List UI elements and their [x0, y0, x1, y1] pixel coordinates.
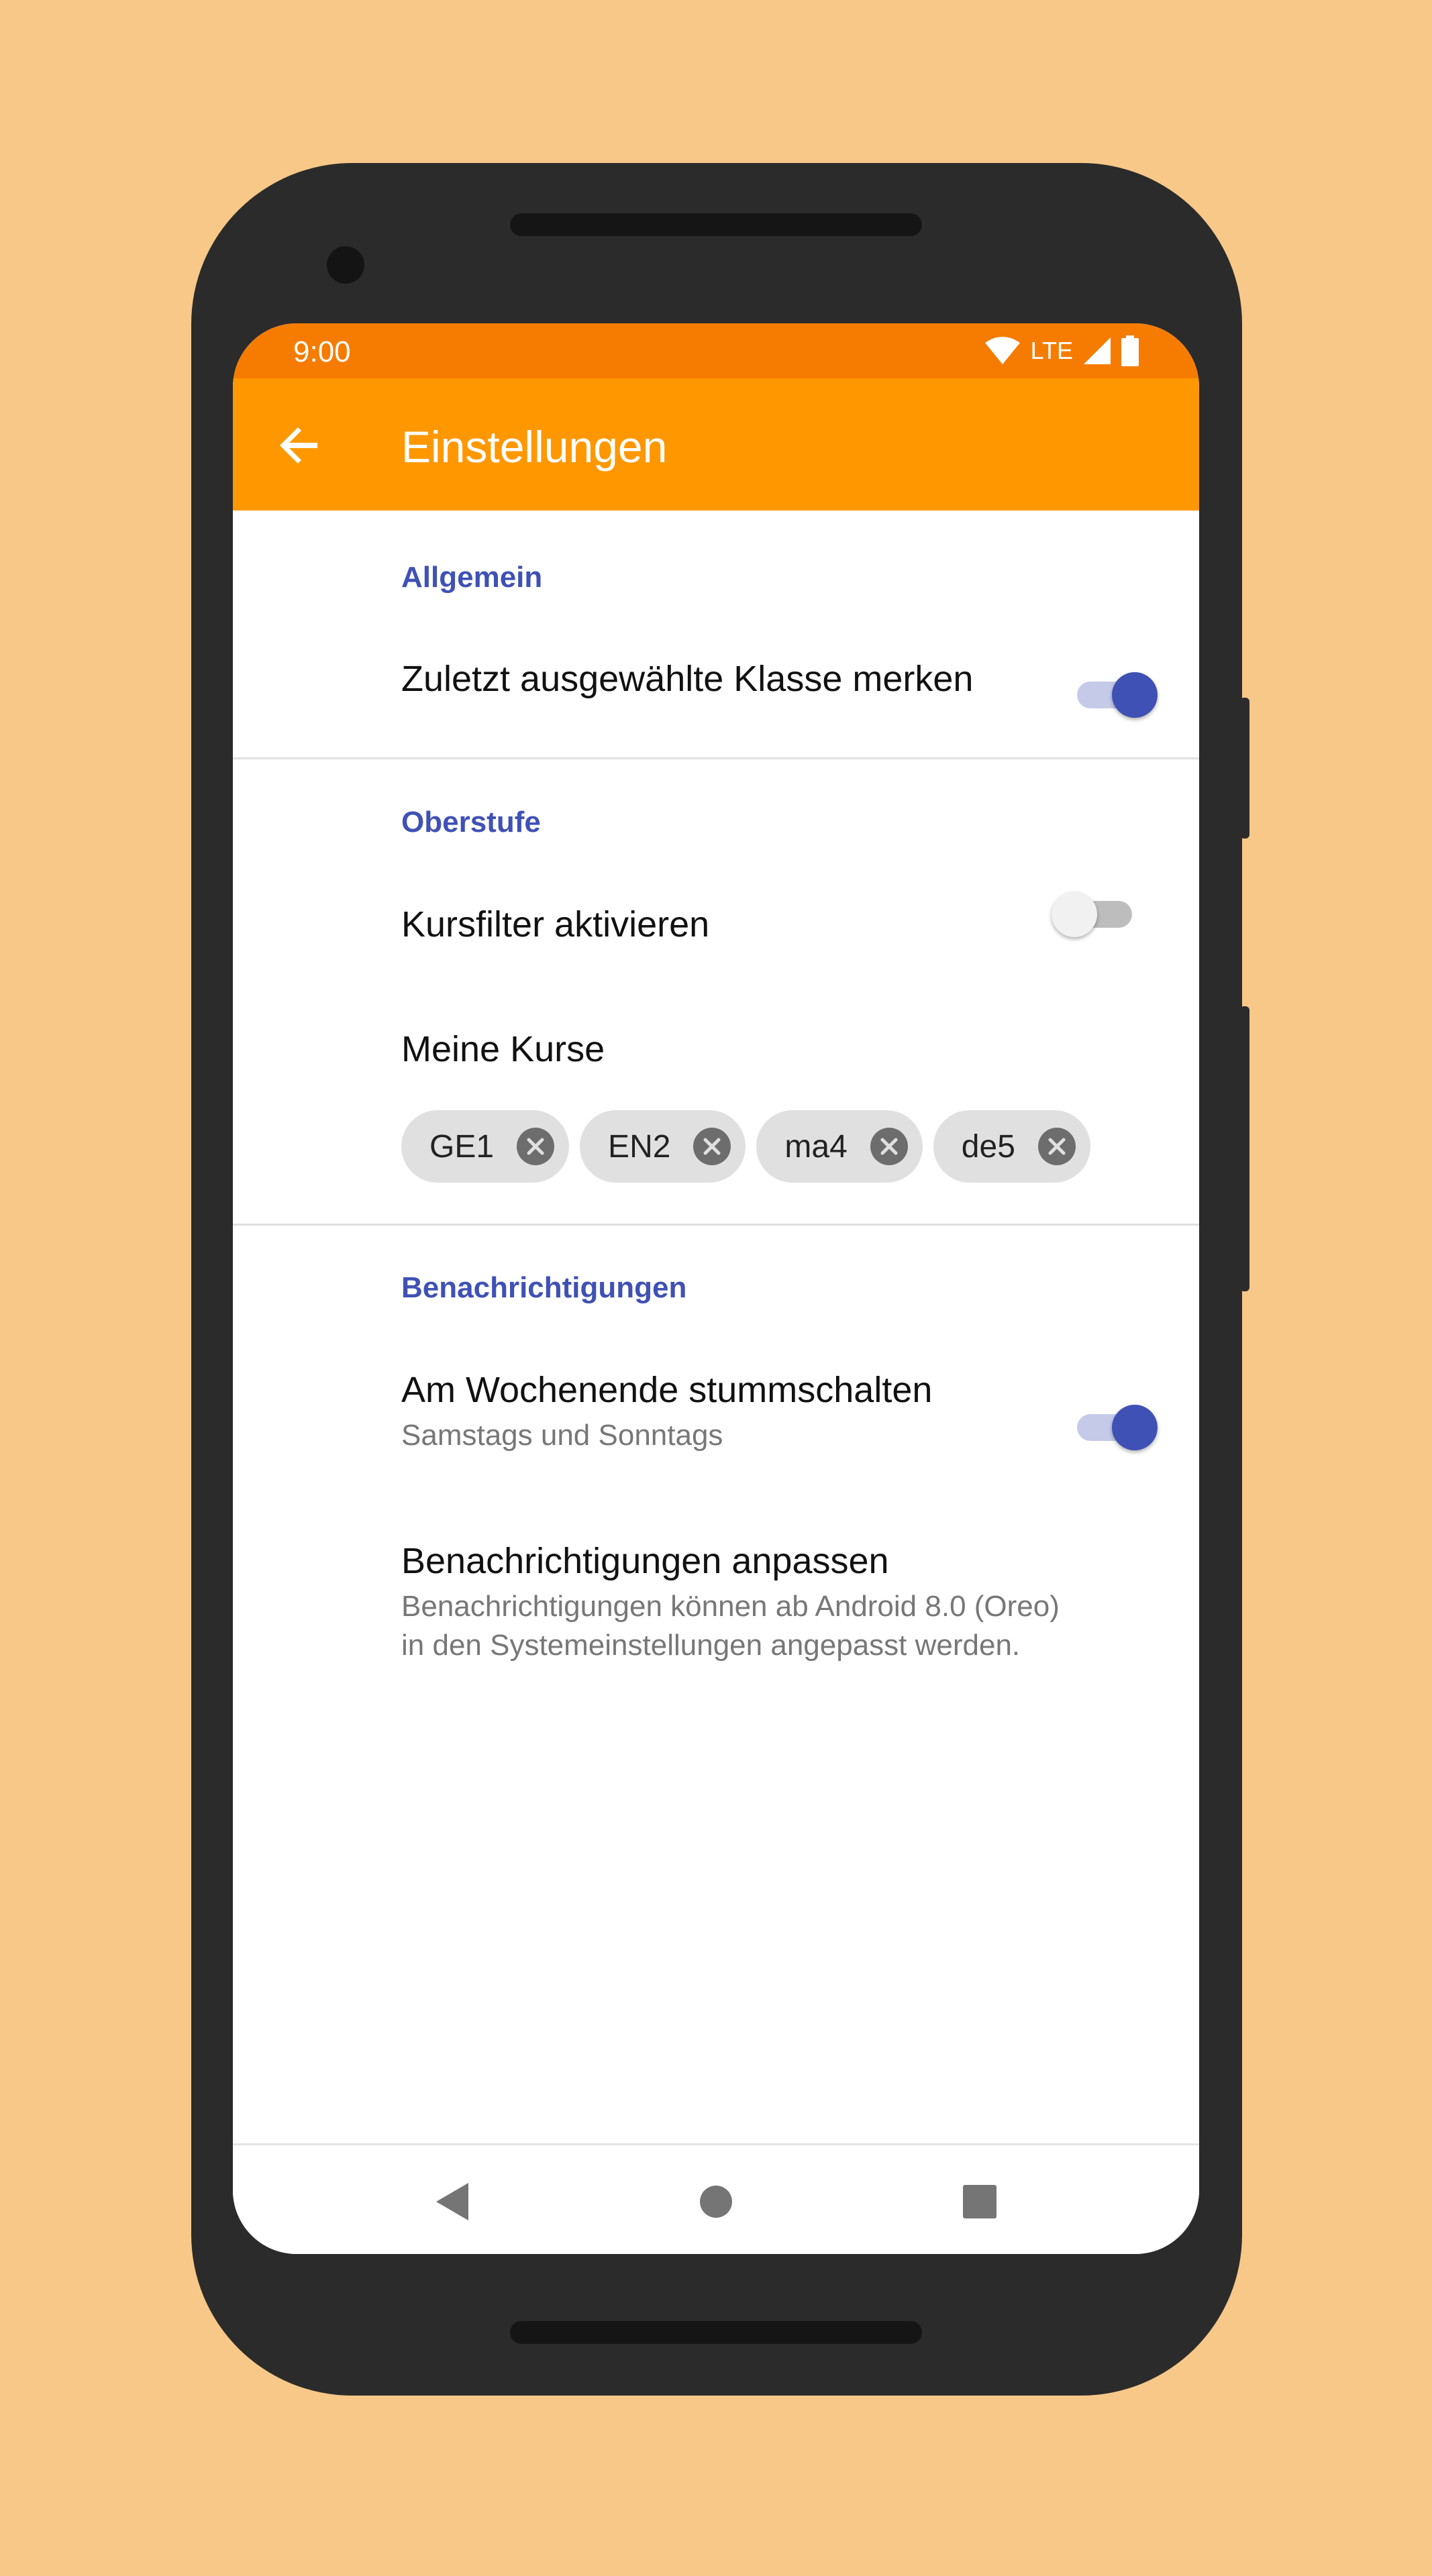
pref-weekend-mute-summary: Samstags und Sonntags — [401, 1419, 723, 1452]
recents-square-icon — [963, 2185, 996, 2218]
home-circle-icon — [700, 2186, 732, 2218]
my-courses-title: Meine Kurse — [401, 1029, 605, 1069]
chip-close-icon[interactable] — [693, 1128, 731, 1165]
pref-customize-summary-line2: in den Systemeinstellungen angepasst wer… — [401, 1629, 1021, 1662]
battery-icon — [1121, 335, 1139, 366]
phone-screen: 9:00 LTE Einstellungen Allgemein Zuletzt… — [233, 323, 1199, 2254]
signal-icon — [1084, 337, 1111, 364]
bottom-speaker — [510, 2321, 922, 2344]
pref-remember-class-title: Zuletzt ausgewählte Klasse merken — [401, 659, 974, 699]
section-header-upper-school: Oberstufe — [401, 806, 541, 839]
status-bar: 9:00 LTE — [233, 323, 1199, 378]
switch-thumb — [1112, 672, 1158, 718]
weekend-mute-switch[interactable] — [1070, 1399, 1158, 1453]
pref-course-filter-title: Kursfilter aktivieren — [401, 904, 710, 945]
chip-close-icon[interactable] — [1037, 1128, 1076, 1165]
divider — [233, 757, 1199, 759]
status-time: 9:00 — [293, 335, 351, 368]
course-chips: GE1 EN2 ma4 de5 — [401, 1110, 1090, 1183]
nav-home-button[interactable] — [689, 2175, 743, 2229]
course-chip: ma4 — [756, 1110, 923, 1183]
back-triangle-icon — [436, 2183, 468, 2220]
nav-back-button[interactable] — [425, 2175, 479, 2229]
page-title: Einstellungen — [401, 422, 668, 472]
course-chip: de5 — [933, 1110, 1090, 1183]
network-type: LTE — [1030, 337, 1073, 364]
top-speaker — [510, 213, 922, 236]
front-camera — [327, 246, 364, 284]
status-icons: LTE — [984, 334, 1139, 368]
chip-close-icon[interactable] — [870, 1128, 908, 1165]
switch-thumb — [1052, 892, 1097, 937]
course-filter-switch[interactable] — [1052, 886, 1139, 940]
divider — [233, 1224, 1199, 1226]
section-header-general: Allgemein — [401, 561, 543, 594]
chip-label: ma4 — [784, 1128, 848, 1165]
course-chip: EN2 — [580, 1110, 746, 1183]
navigation-bar — [233, 2143, 1199, 2254]
pref-customize-summary-line1: Benachrichtigungen können ab Android 8.0… — [401, 1590, 1060, 1623]
chip-close-icon[interactable] — [517, 1128, 555, 1165]
pref-customize-title: Benachrichtigungen anpassen — [401, 1541, 889, 1581]
wifi-icon — [984, 337, 1020, 364]
section-header-notifications: Benachrichtigungen — [401, 1271, 687, 1304]
back-button[interactable] — [266, 412, 334, 479]
arrow-back-icon — [280, 427, 317, 464]
course-chip: GE1 — [401, 1110, 570, 1183]
chip-label: de5 — [961, 1128, 1015, 1165]
app-bar: Einstellungen — [233, 378, 1199, 511]
switch-thumb — [1112, 1405, 1158, 1450]
remember-class-switch[interactable] — [1070, 667, 1158, 720]
chip-label: EN2 — [608, 1128, 671, 1165]
pref-weekend-mute-title: Am Wochenende stummschalten — [401, 1370, 933, 1410]
nav-recents-button[interactable] — [953, 2175, 1007, 2229]
chip-label: GE1 — [429, 1128, 495, 1165]
